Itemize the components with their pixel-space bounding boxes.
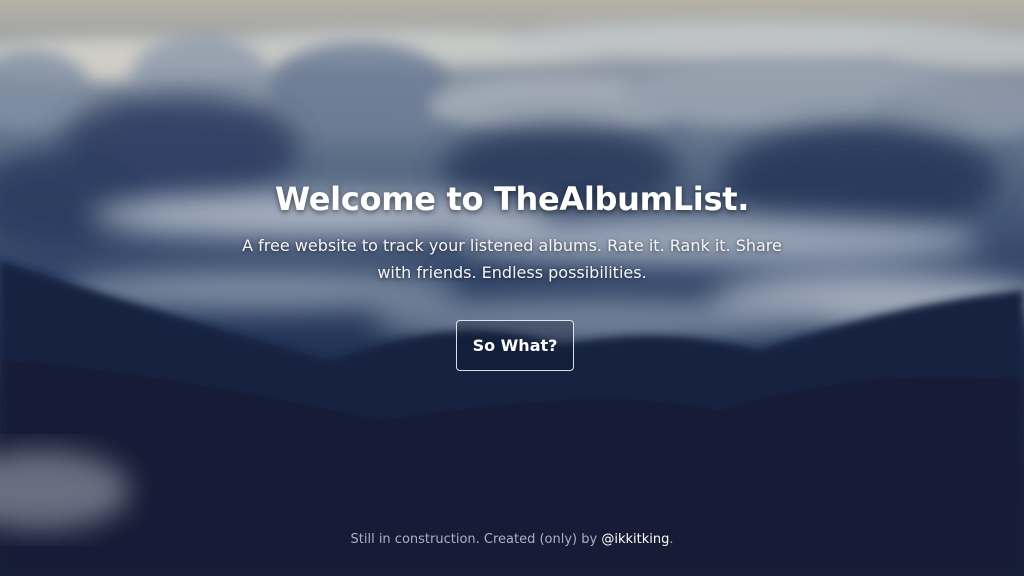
footer-text: Still in construction. Created (only) by xyxy=(350,532,602,547)
footer-trailing: . xyxy=(669,532,674,547)
author-link[interactable]: @ikkitking xyxy=(601,532,669,547)
hero-content: Welcome to TheAlbumList. A free website … xyxy=(0,0,1024,576)
hero-section: Welcome to TheAlbumList. A free website … xyxy=(0,0,1024,576)
so-what-button[interactable]: So What? xyxy=(456,320,574,371)
footer-note: Still in construction. Created (only) by… xyxy=(0,532,1024,547)
page-title: Welcome to TheAlbumList. xyxy=(274,180,750,218)
hero-subtitle: A free website to track your listened al… xyxy=(242,236,782,282)
